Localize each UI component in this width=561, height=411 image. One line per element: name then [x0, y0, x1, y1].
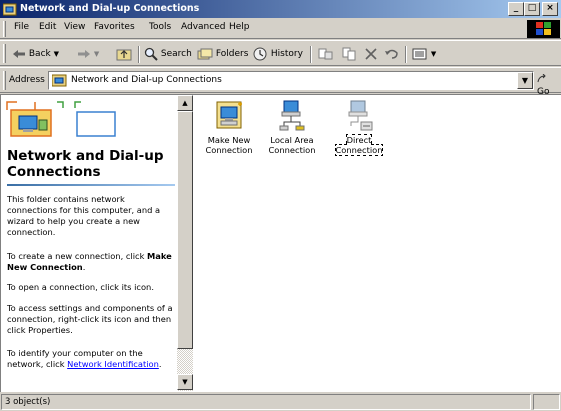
direct-connection-icon — [348, 100, 373, 131]
create-text: To create a new connection, click — [7, 251, 148, 261]
menu-tools[interactable]: Tools — [149, 22, 171, 32]
network-banner-icon — [6, 101, 116, 137]
back-label: Back — [28, 49, 51, 59]
pane-settings-instructions: To access settings and components of a c… — [7, 303, 173, 335]
menu-edit[interactable]: Edit — [39, 22, 56, 32]
item-label-line2: Connection — [268, 145, 316, 155]
folders-button[interactable]: Folders — [197, 46, 248, 62]
search-button[interactable]: Search — [144, 46, 192, 62]
search-label: Search — [160, 49, 192, 59]
pane-open-instructions: To open a connection, click its icon. — [7, 282, 154, 292]
close-button[interactable]: × — [542, 2, 558, 16]
content-area: Network and Dial-up Connections This fol… — [0, 94, 561, 392]
folders-label: Folders — [215, 49, 249, 59]
item-label: Make New Connection — [206, 135, 253, 155]
menu-view[interactable]: View — [64, 22, 85, 32]
item-label: Local Area Connection — [269, 135, 316, 155]
folders-icon — [197, 48, 213, 59]
pane-create-instructions: To create a new connection, click Make N… — [7, 251, 177, 273]
network-folder-icon — [3, 3, 17, 16]
scroll-down-button[interactable]: ▼ — [177, 374, 193, 390]
web-view-pane: Network and Dial-up Connections This fol… — [1, 95, 177, 391]
create-text-end: . — [82, 262, 86, 272]
scroll-thumb[interactable] — [177, 111, 193, 349]
views-icon — [412, 48, 427, 59]
item-label-line2: Connection — [205, 145, 253, 155]
list-item-make-new-connection[interactable]: Make New Connection — [196, 100, 262, 155]
pane-identify-instructions: To identify your computer on the network… — [7, 348, 177, 370]
copy-to-button[interactable] — [341, 46, 357, 62]
status-bar: 3 object(s) — [0, 393, 561, 411]
pane-description: This folder contains network connections… — [7, 194, 161, 237]
forward-button[interactable]: ▼ — [77, 46, 99, 62]
undo-button[interactable] — [384, 46, 400, 62]
back-dropdown-icon[interactable]: ▼ — [54, 50, 59, 58]
toolbar-separator — [310, 46, 312, 63]
delete-button[interactable] — [364, 46, 378, 62]
window-title: Network and Dial-up Connections — [20, 3, 200, 14]
views-button[interactable]: ▼ — [412, 46, 436, 62]
copy-to-icon — [342, 47, 356, 60]
connections-list: Make New Connection Local Area Connection — [194, 95, 561, 391]
address-value: Network and Dial-up Connections — [71, 75, 222, 85]
item-label-line2: Connection — [335, 145, 383, 155]
windows-logo — [527, 20, 560, 38]
go-arrow-icon — [537, 73, 546, 83]
up-folder-button[interactable] — [116, 46, 132, 62]
identify-text-end: . — [158, 359, 162, 369]
item-label-line1: Direct — [346, 135, 372, 145]
pane-title-rule — [7, 184, 175, 186]
menu-favorites[interactable]: Favorites — [94, 22, 135, 32]
search-icon — [144, 47, 158, 61]
explorer-window: Network and Dial-up Connections _ □ × Fi… — [0, 0, 561, 411]
list-item-local-area-connection[interactable]: Local Area Connection — [259, 100, 325, 155]
list-item-direct-connection[interactable]: Direct Connection — [326, 100, 392, 156]
delete-icon — [365, 47, 377, 60]
back-arrow-icon — [13, 49, 25, 58]
standard-toolbar: Back ▼ ▼ Search Folders History ▼ — [0, 40, 561, 66]
history-label: History — [270, 49, 303, 59]
item-label-line1: Make New — [207, 135, 251, 145]
menu-grip[interactable] — [3, 21, 6, 37]
up-folder-icon — [116, 49, 132, 60]
status-text: 3 object(s) — [1, 394, 531, 410]
move-to-icon — [318, 48, 333, 59]
toolbar-separator — [405, 46, 407, 63]
network-folder-icon — [52, 74, 67, 87]
scroll-up-button[interactable]: ▲ — [177, 95, 193, 111]
windows-flag-icon — [536, 22, 551, 35]
move-to-button[interactable] — [318, 46, 334, 62]
title-bar[interactable]: Network and Dial-up Connections _ □ × — [0, 0, 561, 18]
status-resize-cell — [533, 394, 560, 410]
address-grip[interactable] — [3, 71, 6, 90]
address-label: Address — [9, 75, 45, 85]
toolbar-grip[interactable] — [3, 44, 6, 63]
history-icon — [253, 47, 267, 60]
menu-help[interactable]: Help — [229, 22, 250, 32]
item-label-line1: Local Area — [270, 135, 314, 145]
history-button[interactable]: History — [252, 46, 303, 62]
toolbar-separator — [138, 46, 140, 63]
menu-file[interactable]: File — [14, 22, 29, 32]
menu-advanced[interactable]: Advanced — [181, 22, 225, 32]
left-pane-scrollbar[interactable]: ▲ ▼ — [177, 95, 193, 391]
maximize-button[interactable]: □ — [524, 2, 540, 16]
minimize-button[interactable]: _ — [508, 2, 524, 16]
item-label: Direct Connection — [334, 134, 384, 156]
address-input[interactable]: Network and Dial-up Connections ▼ — [48, 71, 534, 90]
forward-dropdown-icon[interactable]: ▼ — [94, 50, 99, 58]
views-dropdown-icon[interactable]: ▼ — [431, 50, 436, 58]
pane-title: Network and Dial-up Connections — [7, 148, 164, 180]
address-bar: Address Network and Dial-up Connections … — [0, 67, 561, 97]
make-new-connection-icon — [216, 101, 242, 129]
address-dropdown-button[interactable]: ▼ — [517, 72, 533, 89]
undo-icon — [385, 49, 398, 59]
menu-bar: File Edit View Favorites Tools Advanced … — [0, 19, 561, 39]
network-identification-link[interactable]: Network Identification — [67, 359, 159, 369]
local-area-connection-icon — [279, 100, 305, 131]
forward-arrow-icon — [78, 49, 90, 58]
back-button[interactable]: Back ▼ — [12, 46, 59, 62]
